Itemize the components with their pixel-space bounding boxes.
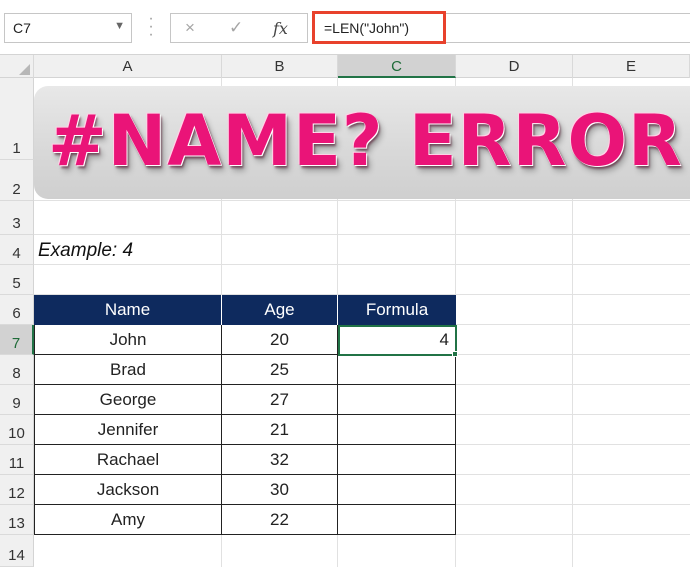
column-header-bar: A B C D E <box>0 55 690 78</box>
fill-handle[interactable] <box>452 351 458 357</box>
table-header-formula: Formula <box>338 295 456 325</box>
row-header-4[interactable]: 4 <box>0 235 34 265</box>
table-cell-name[interactable]: Jennifer <box>34 415 222 445</box>
table-cell-formula[interactable]: 4 <box>338 325 456 355</box>
table-cell-age[interactable]: 32 <box>222 445 338 475</box>
column-header-c[interactable]: C <box>338 55 456 78</box>
formula-input[interactable]: =LEN("John") <box>312 11 446 44</box>
row-header-11[interactable]: 11 <box>0 445 34 475</box>
table-cell-formula[interactable] <box>338 415 456 445</box>
table-header-age: Age <box>222 295 338 325</box>
table-cell-formula[interactable] <box>338 385 456 415</box>
row-header-10[interactable]: 10 <box>0 415 34 445</box>
formula-text: =LEN("John") <box>324 20 410 36</box>
table-cell-age[interactable]: 27 <box>222 385 338 415</box>
title-banner: #NAME? ERROR <box>34 86 690 199</box>
name-box[interactable]: C7 ▼ <box>4 13 132 43</box>
insert-function-icon[interactable]: fx <box>273 19 288 38</box>
row-header-1[interactable]: 1 <box>0 78 34 160</box>
row-header-12[interactable]: 12 <box>0 475 34 505</box>
formula-buttons: × ✓ fx <box>170 13 308 43</box>
row-header-5[interactable]: 5 <box>0 265 34 295</box>
table-cell-formula[interactable] <box>338 445 456 475</box>
column-header-d[interactable]: D <box>456 55 573 78</box>
column-header-e[interactable]: E <box>573 55 690 78</box>
cancel-icon[interactable]: × <box>185 18 195 38</box>
row-header-14[interactable]: 14 <box>0 535 34 567</box>
table-cell-name[interactable]: Rachael <box>34 445 222 475</box>
formula-input-extension[interactable] <box>446 13 690 43</box>
select-all-button[interactable] <box>0 55 34 78</box>
table-cell-name[interactable]: Brad <box>34 355 222 385</box>
column-header-a[interactable]: A <box>34 55 222 78</box>
row-header-13[interactable]: 13 <box>0 505 34 535</box>
table-cell-name[interactable]: George <box>34 385 222 415</box>
table-cell-name[interactable]: Amy <box>34 505 222 535</box>
table-cell-formula[interactable] <box>338 475 456 505</box>
table-cell-formula[interactable] <box>338 505 456 535</box>
table-cell-age[interactable]: 22 <box>222 505 338 535</box>
more-options-icon[interactable]: · · · <box>148 11 154 43</box>
table-cell-name[interactable]: Jackson <box>34 475 222 505</box>
table-cell-age[interactable]: 21 <box>222 415 338 445</box>
chevron-down-icon[interactable]: ▼ <box>114 20 125 32</box>
row-header-9[interactable]: 9 <box>0 385 34 415</box>
name-box-value: C7 <box>13 20 31 36</box>
table-cell-name[interactable]: John <box>34 325 222 355</box>
table-cell-formula[interactable] <box>338 355 456 385</box>
table-cell-age[interactable]: 30 <box>222 475 338 505</box>
column-header-b[interactable]: B <box>222 55 338 78</box>
row-header-6[interactable]: 6 <box>0 295 34 325</box>
row-header-2[interactable]: 2 <box>0 160 34 201</box>
row-header-8[interactable]: 8 <box>0 355 34 385</box>
example-label: Example: 4 <box>38 240 134 261</box>
table-cell-age[interactable]: 25 <box>222 355 338 385</box>
banner-title: #NAME? ERROR <box>48 100 683 182</box>
table-cell-age[interactable]: 20 <box>222 325 338 355</box>
row-header-3[interactable]: 3 <box>0 201 34 235</box>
enter-check-icon[interactable]: ✓ <box>229 18 243 38</box>
table-header-name: Name <box>34 295 222 325</box>
row-header-7[interactable]: 7 <box>0 325 34 355</box>
